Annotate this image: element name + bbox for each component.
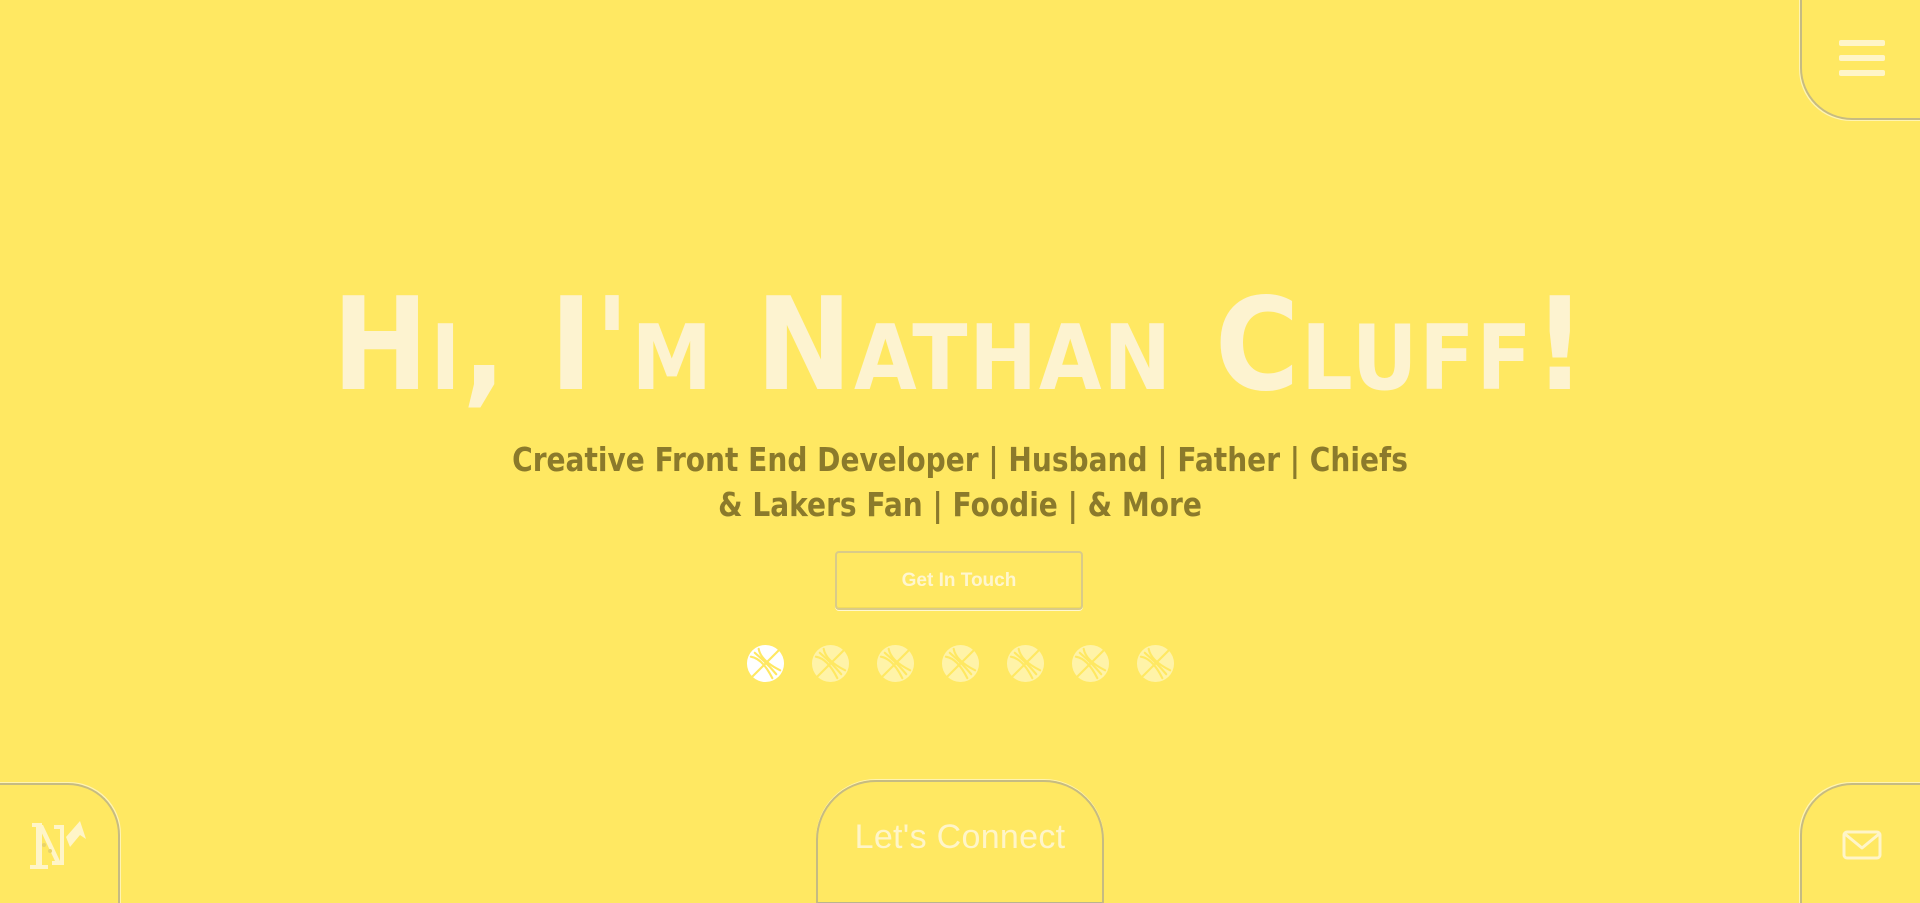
mail-icon[interactable]	[1842, 830, 1882, 860]
nc-logo-icon[interactable]	[28, 817, 88, 873]
hero-title: Hi, I'm Nathan Cluff!	[332, 271, 1588, 420]
carousel-dots	[0, 644, 1920, 683]
hero-tagline: Creative Front End Developer | Husband |…	[144, 437, 1776, 527]
page: Hi, I'm Nathan Cluff! Creative Front End…	[0, 0, 1920, 903]
get-in-touch-button[interactable]: Get In Touch	[835, 551, 1083, 610]
mail-tab[interactable]	[1800, 783, 1920, 903]
tagline-line-1: Creative Front End Developer | Husband |…	[512, 440, 1408, 479]
carousel-dot-basketball-icon[interactable]	[1006, 644, 1045, 683]
lets-connect-tab[interactable]: Let's Connect	[816, 780, 1104, 903]
carousel-dot-basketball-icon[interactable]	[746, 644, 785, 683]
tagline-line-2: & Lakers Fan | Foodie | & More	[718, 485, 1202, 524]
carousel-dot-basketball-icon[interactable]	[811, 644, 850, 683]
carousel-dot-basketball-icon[interactable]	[876, 644, 915, 683]
carousel-dot-basketball-icon[interactable]	[1136, 644, 1175, 683]
logo-tab[interactable]	[0, 783, 120, 903]
menu-tab[interactable]	[1800, 0, 1920, 120]
hamburger-menu-icon[interactable]	[1839, 38, 1885, 78]
carousel-dot-basketball-icon[interactable]	[1071, 644, 1110, 683]
carousel-dot-basketball-icon[interactable]	[941, 644, 980, 683]
lets-connect-label: Let's Connect	[854, 818, 1066, 856]
